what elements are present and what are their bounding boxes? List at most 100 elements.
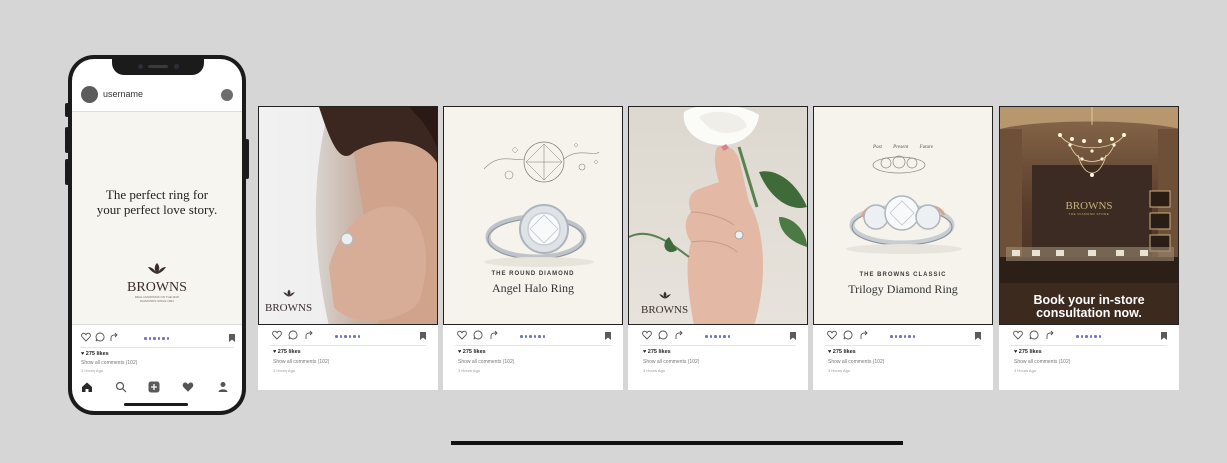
post-image[interactable]: BROWNS [628, 106, 808, 325]
username[interactable]: username [103, 89, 143, 99]
phone-volume-up-button [65, 127, 69, 153]
post-actions [258, 330, 438, 344]
carousel-dots [520, 335, 545, 338]
message-icon[interactable] [221, 89, 233, 101]
post-time: 3 Hours Ago [273, 368, 296, 373]
post-header: username [72, 83, 242, 107]
show-comments-link[interactable]: Show all comments (102) [1014, 359, 1070, 365]
lotus-icon [658, 291, 671, 299]
post-card-5[interactable]: BROWNS THE DIAMOND STORE Book your in-st… [999, 106, 1179, 390]
brand-logo: BROWNS REAL DIAMONDS ON THE MAP DIAMONDS… [72, 262, 242, 303]
heart-icon[interactable] [457, 330, 467, 340]
phone-mute-button [65, 103, 69, 117]
bookmark-icon[interactable] [420, 332, 426, 340]
brand-logo: BROWNS [265, 285, 312, 314]
phone-mockup: username The perfect ring for your perfe… [65, 55, 249, 415]
ring-title: Angel Halo Ring [492, 281, 574, 295]
ring-subtitle: THE ROUND DIAMOND [491, 271, 575, 277]
carousel-dots [705, 335, 730, 338]
bookmark-icon[interactable] [229, 334, 235, 342]
post-actions [999, 330, 1179, 344]
likes-count[interactable]: ♥ 275 likes [1014, 349, 1042, 355]
likes-count[interactable]: ♥ 275 likes [458, 349, 486, 355]
carousel-dots [335, 335, 360, 338]
share-icon[interactable] [674, 330, 684, 340]
share-icon[interactable] [489, 330, 499, 340]
show-comments-link[interactable]: Show all comments (102) [643, 359, 699, 365]
share-icon[interactable] [859, 330, 869, 340]
heart-icon[interactable] [1013, 330, 1023, 340]
post-card-1[interactable]: BROWNS ♥ 275 likes Show all comments (10… [258, 106, 438, 390]
store-sign: BROWNS THE DIAMOND STORE [1065, 200, 1113, 217]
phone-notch [112, 59, 204, 75]
post-image[interactable]: THE ROUND DIAMOND Angel Halo Ring [443, 106, 623, 325]
share-icon[interactable] [1045, 330, 1055, 340]
post-meta: ♥ 275 likes Show all comments (102) 3 Ho… [443, 325, 623, 390]
bookmark-icon[interactable] [1161, 332, 1167, 340]
post-time: 3 Hours Ago [81, 368, 104, 373]
post-actions [628, 330, 808, 344]
carousel-dots [1076, 335, 1101, 338]
post-image[interactable]: Past Present Future THE BROWNS CLASSIC T… [813, 106, 993, 325]
show-comments-link[interactable]: Show all comments (102) [81, 360, 137, 366]
ring-subtitle: THE BROWNS CLASSIC [859, 272, 947, 278]
heart-icon[interactable] [827, 330, 837, 340]
heart-icon[interactable] [642, 330, 652, 340]
add-post-icon[interactable] [148, 381, 160, 393]
phone-power-button [245, 139, 249, 179]
post-meta: ♥ 275 likes Show all comments (102) 3 Ho… [258, 325, 438, 390]
bookmark-icon[interactable] [975, 332, 981, 340]
share-icon[interactable] [109, 332, 119, 342]
lotus-icon [148, 263, 166, 274]
post-card-2[interactable]: THE ROUND DIAMOND Angel Halo Ring ♥ 275 … [443, 106, 623, 390]
avatar[interactable] [81, 86, 98, 103]
comment-icon[interactable] [1029, 330, 1039, 340]
carousel-dots [890, 335, 915, 338]
comment-icon[interactable] [473, 330, 483, 340]
brand-logo: BROWNS [641, 287, 688, 316]
activity-heart-icon[interactable] [182, 381, 194, 393]
heart-icon[interactable] [81, 332, 91, 342]
comment-icon[interactable] [95, 332, 105, 342]
bookmark-icon[interactable] [605, 332, 611, 340]
post-card-4[interactable]: Past Present Future THE BROWNS CLASSIC T… [813, 106, 993, 390]
bookmark-icon[interactable] [790, 332, 796, 340]
post-actions [72, 332, 242, 346]
heart-icon[interactable] [272, 330, 282, 340]
brand-name: BROWNS [127, 280, 187, 295]
comment-icon[interactable] [843, 330, 853, 340]
bottom-nav [72, 381, 242, 397]
post-time: 3 Hours Ago [458, 368, 481, 373]
share-icon[interactable] [304, 330, 314, 340]
likes-count[interactable]: ♥ 275 likes [273, 349, 301, 355]
post-time: 3 Hours Ago [828, 368, 851, 373]
show-comments-link[interactable]: Show all comments (102) [273, 359, 329, 365]
likes-count[interactable]: ♥ 275 likes [828, 349, 856, 355]
show-comments-link[interactable]: Show all comments (102) [458, 359, 514, 365]
likes-count[interactable]: ♥ 275 likes [81, 351, 109, 357]
ring-title: Trilogy Diamond Ring [848, 282, 958, 296]
horizontal-scrollbar[interactable] [451, 441, 903, 445]
lotus-icon [282, 289, 295, 297]
search-icon[interactable] [115, 381, 127, 393]
comment-icon[interactable] [658, 330, 668, 340]
post-image[interactable]: BROWNS [258, 106, 438, 325]
post-meta: ♥ 275 likes Show all comments (102) 3 Ho… [628, 325, 808, 390]
post-actions [813, 330, 993, 344]
likes-count[interactable]: ♥ 275 likes [643, 349, 671, 355]
post-meta: ♥ 275 likes Show all comments (102) 3 Ho… [813, 325, 993, 390]
home-icon[interactable] [81, 381, 93, 393]
home-indicator [124, 403, 188, 406]
profile-icon[interactable] [217, 381, 229, 393]
phone-volume-down-button [65, 159, 69, 185]
post-image[interactable]: The perfect ring for your perfect love s… [72, 111, 242, 325]
post-meta: ♥ 275 likes Show all comments (102) 3 Ho… [999, 325, 1179, 390]
carousel-dots [144, 337, 169, 340]
booking-cta-text[interactable]: Book your in-store consultation now. [1000, 294, 1178, 320]
comment-icon[interactable] [288, 330, 298, 340]
post-image[interactable]: BROWNS THE DIAMOND STORE Book your in-st… [999, 106, 1179, 325]
show-comments-link[interactable]: Show all comments (102) [828, 359, 884, 365]
phone-screen: username The perfect ring for your perfe… [72, 59, 242, 411]
post-time: 3 Hours Ago [643, 368, 666, 373]
post-card-3[interactable]: BROWNS ♥ 275 likes Show all comments (10… [628, 106, 808, 390]
